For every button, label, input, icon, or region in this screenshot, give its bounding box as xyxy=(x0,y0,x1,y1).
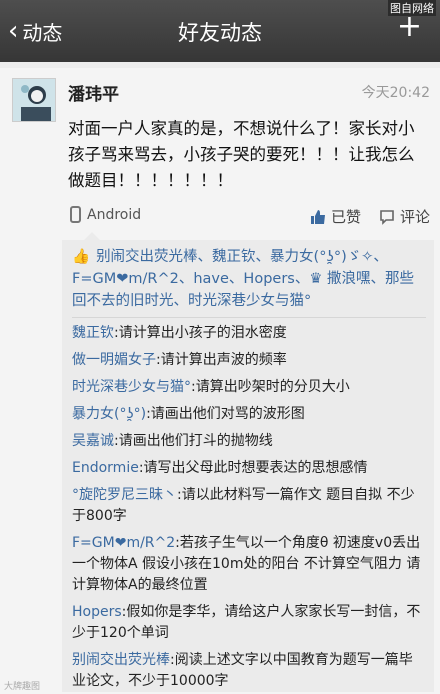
page-title: 好友动态 xyxy=(178,21,262,45)
comment-text: 请计算出小孩子的泪水密度 xyxy=(118,325,287,341)
comment-button[interactable]: 评论 xyxy=(379,206,430,227)
likes-comments-box: 👍 别闹交出荧光棒、魏正钦、暴力女(°ʖ̯°)ゞ✧、F=GM❤m/R^2、have… xyxy=(62,232,434,692)
post-content: 对面一户人家真的是，不想说什么了！家长对小孩子骂来骂去，小孩子哭的要死！！！让我… xyxy=(68,119,415,190)
comment-list: 魏正钦:请计算出小孩子的泪水密度 做一明媚女子:请计算出声波的频率 时光深巷少女与猫… xyxy=(72,323,426,692)
divider xyxy=(72,317,426,318)
likes-text[interactable]: 别闹交出荧光棒、魏正钦、暴力女(°ʖ̯°)ゞ✧、F=GM❤m/R^2、have、… xyxy=(72,249,414,309)
comment-item[interactable]: 魏正钦:请计算出小孩子的泪水密度 xyxy=(72,323,426,344)
comment-item[interactable]: 吴嘉诚:请画出他们打斗的抛物线 xyxy=(72,431,426,452)
thumbs-up-icon xyxy=(310,209,325,224)
post-actions: 已赞 评论 xyxy=(310,206,430,227)
post-card: 潘玮平 今天20:42 对面一户人家真的是，不想说什么了！家长对小孩子骂来骂去，… xyxy=(0,68,440,694)
comment-item[interactable]: Endormie:请写出父母此时想要表达的思想感情 xyxy=(72,458,426,479)
comment-author[interactable]: Endormie xyxy=(72,460,139,476)
platform-label: Android xyxy=(87,206,142,223)
add-button[interactable]: + xyxy=(397,12,422,42)
comment-icon xyxy=(380,209,394,225)
comment-author[interactable]: F=GM❤m/R^2 xyxy=(72,535,175,551)
nav-bar: ‹ 动态 好友动态 + 图自网络 xyxy=(0,0,440,62)
comment-item[interactable]: 暴力女(°ʖ̯°):请画出他们对骂的波形图 xyxy=(72,404,426,425)
like-button[interactable]: 已赞 xyxy=(310,206,361,227)
comment-author[interactable]: °旋陀罗尼三昧丶 xyxy=(72,487,177,503)
comment-item[interactable]: 时光深巷少女与猫°:请算出吵架时的分贝大小 xyxy=(72,377,426,398)
comment-text: 请计算出声波的频率 xyxy=(160,352,287,368)
comment-text: 请算出吵架时的分贝大小 xyxy=(195,379,350,395)
comment-author[interactable]: 暴力女(°ʖ̯°) xyxy=(72,406,146,422)
thumbs-up-icon: 👍 xyxy=(72,249,91,265)
comment-author[interactable]: 别闹交出荧光棒 xyxy=(72,652,170,668)
comment-author[interactable]: 吴嘉诚 xyxy=(72,433,114,449)
avatar[interactable] xyxy=(12,78,56,122)
comment-author[interactable]: 魏正钦 xyxy=(72,325,114,341)
comment-label: 评论 xyxy=(399,208,430,226)
comment-text: 请画出他们打斗的抛物线 xyxy=(118,433,273,449)
watermark: 图自网络 xyxy=(388,0,436,16)
comment-author[interactable]: 时光深巷少女与猫° xyxy=(72,379,191,395)
likes-list: 👍 别闹交出荧光棒、魏正钦、暴力女(°ʖ̯°)ゞ✧、F=GM❤m/R^2、have… xyxy=(72,246,426,312)
avatar-image xyxy=(13,79,55,121)
comment-item[interactable]: °旋陀罗尼三昧丶:请以此材料写一篇作文 题目自拟 不少于800字 xyxy=(72,485,426,527)
comment-item[interactable]: 做一明媚女子:请计算出声波的频率 xyxy=(72,350,426,371)
watermark-bottom: 大牌趣图 xyxy=(4,682,41,692)
comment-author[interactable]: 做一明媚女子 xyxy=(72,352,156,368)
username[interactable]: 潘玮平 xyxy=(68,80,119,105)
comment-item[interactable]: 别闹交出荧光棒:阅读上述文字以中国教育为题写一篇毕业论文，不少于10000字 xyxy=(72,650,426,692)
comment-author[interactable]: Hopers xyxy=(72,604,122,620)
comment-item[interactable]: Hopers:假如你是李华，请给这户人家家长写一封信，不少于120个单词 xyxy=(72,602,426,644)
comment-item[interactable]: F=GM❤m/R^2:若孩子生气以一个角度θ 初速度v0丢出一个物体A 假设小孩… xyxy=(72,533,426,596)
platform-tag: Android xyxy=(70,206,141,223)
phone-icon xyxy=(70,206,81,223)
comment-text: 请写出父母此时想要表达的思想感情 xyxy=(143,460,368,476)
like-label: 已赞 xyxy=(330,208,361,226)
comment-text: 请画出他们对骂的波形图 xyxy=(150,406,305,422)
post-time: 今天20:42 xyxy=(361,85,430,101)
